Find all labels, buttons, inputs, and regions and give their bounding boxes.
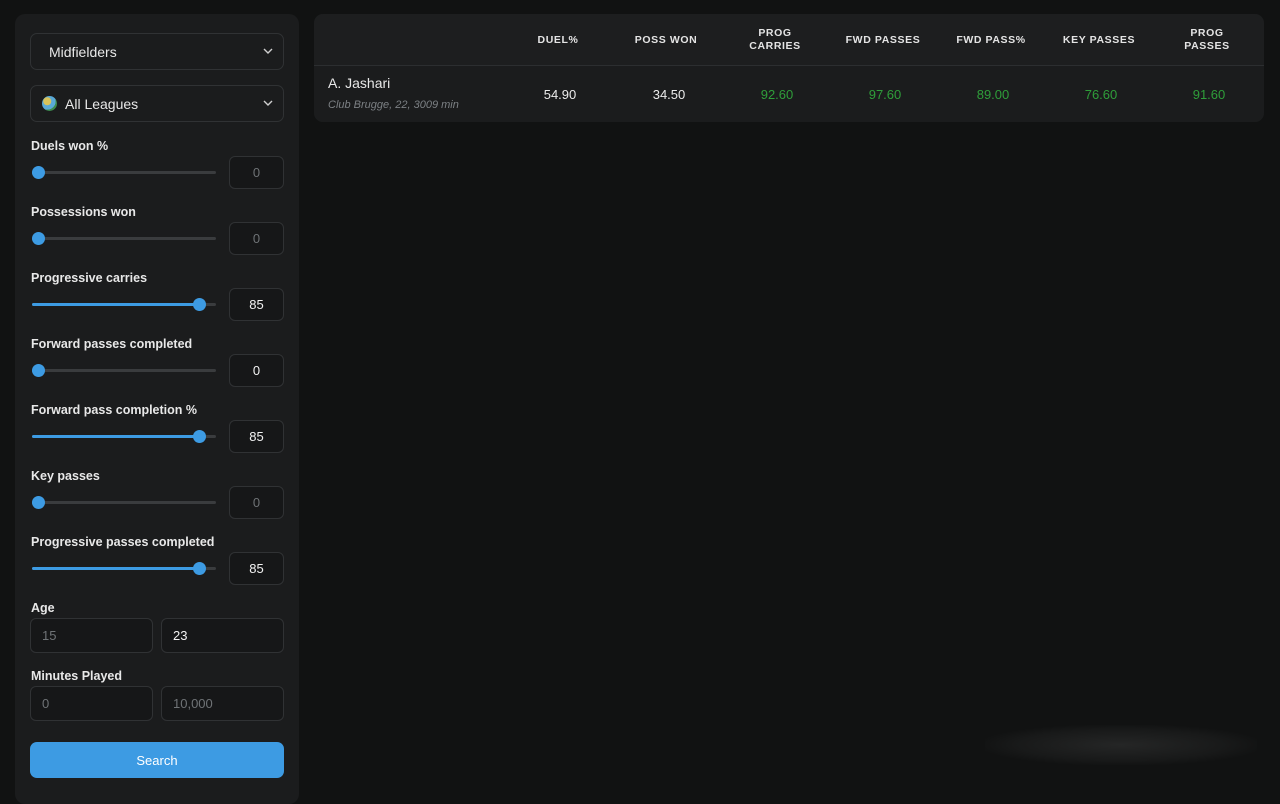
column-header[interactable]: POSS WON [612, 14, 720, 66]
possessions-slider[interactable] [32, 232, 216, 245]
minutes-max-field[interactable]: 10,000 [161, 686, 284, 721]
position-select[interactable]: Midfielders [30, 33, 284, 70]
chevron-down-icon [263, 48, 273, 54]
filter-label: Key passes [31, 469, 100, 483]
column-header[interactable]: KEY PASSES [1045, 14, 1153, 66]
table-cell: 97.60 [868, 87, 902, 102]
table-header: DUEL% POSS WON PROG CARRIES FWD PASSES F… [314, 14, 1264, 66]
slider-thumb[interactable] [32, 232, 45, 245]
age-label: Age [31, 601, 55, 615]
progressive-passes-slider[interactable] [32, 562, 216, 575]
table-cell: 91.60 [1192, 87, 1226, 102]
forward-pass-pct-value-field[interactable]: 85 [229, 420, 284, 453]
slider-thumb[interactable] [193, 298, 206, 311]
league-select[interactable]: All Leagues [30, 85, 284, 122]
filter-label: Forward pass completion % [31, 403, 198, 417]
slider-thumb[interactable] [32, 166, 45, 179]
minutes-min-field[interactable]: 0 [30, 686, 153, 721]
forward-passes-slider[interactable] [32, 364, 216, 377]
column-header[interactable]: PROG PASSES [1153, 14, 1261, 66]
duels-slider[interactable] [32, 166, 216, 179]
filter-label: Progressive passes completed [31, 535, 215, 549]
filter-sidebar: Midfielders All Leagues Duels won % 0 Po… [15, 14, 299, 804]
slider-thumb[interactable] [32, 496, 45, 509]
carries-value-field[interactable]: 85 [229, 288, 284, 321]
forward-pass-pct-slider[interactable] [32, 430, 216, 443]
slider-thumb[interactable] [193, 562, 206, 575]
table-cell: 76.60 [1084, 87, 1118, 102]
key-passes-value-field[interactable]: 0 [229, 486, 284, 519]
progressive-passes-value-field[interactable]: 85 [229, 552, 284, 585]
filter-label: Duels won % [31, 139, 109, 153]
filter-label: Possessions won [31, 205, 136, 219]
age-min-field[interactable]: 15 [30, 618, 153, 653]
column-header[interactable]: FWD PASSES [829, 14, 937, 66]
league-select-value: All Leagues [65, 95, 139, 112]
key-passes-slider[interactable] [32, 496, 216, 509]
column-header[interactable]: FWD PASS% [937, 14, 1045, 66]
column-header[interactable]: PROG CARRIES [720, 14, 830, 66]
table-cell: 34.50 [652, 87, 686, 102]
player-meta: Club Brugge, 22, 3009 min [328, 99, 459, 111]
possessions-value-field[interactable]: 0 [229, 222, 284, 255]
duels-value-field[interactable]: 0 [229, 156, 284, 189]
age-max-field[interactable]: 23 [161, 618, 284, 653]
blurred-watermark [985, 725, 1257, 765]
table-cell: 92.60 [760, 87, 794, 102]
search-button[interactable]: Search [30, 742, 284, 778]
filter-label: Forward passes completed [31, 337, 193, 351]
filter-label: Progressive carries [31, 271, 148, 285]
table-row[interactable]: A. Jashari Club Brugge, 22, 3009 min 54.… [314, 67, 1264, 122]
table-cell: 89.00 [976, 87, 1010, 102]
minutes-label: Minutes Played [31, 669, 122, 683]
player-name[interactable]: A. Jashari [328, 75, 390, 91]
forward-passes-value-field[interactable]: 0 [229, 354, 284, 387]
position-select-value: Midfielders [49, 43, 117, 60]
globe-icon [42, 96, 57, 111]
chevron-down-icon [263, 100, 273, 106]
results-table: DUEL% POSS WON PROG CARRIES FWD PASSES F… [314, 14, 1264, 122]
carries-slider[interactable] [32, 298, 216, 311]
slider-thumb[interactable] [32, 364, 45, 377]
slider-thumb[interactable] [193, 430, 206, 443]
table-cell: 54.90 [543, 87, 577, 102]
column-header[interactable]: DUEL% [504, 14, 612, 66]
